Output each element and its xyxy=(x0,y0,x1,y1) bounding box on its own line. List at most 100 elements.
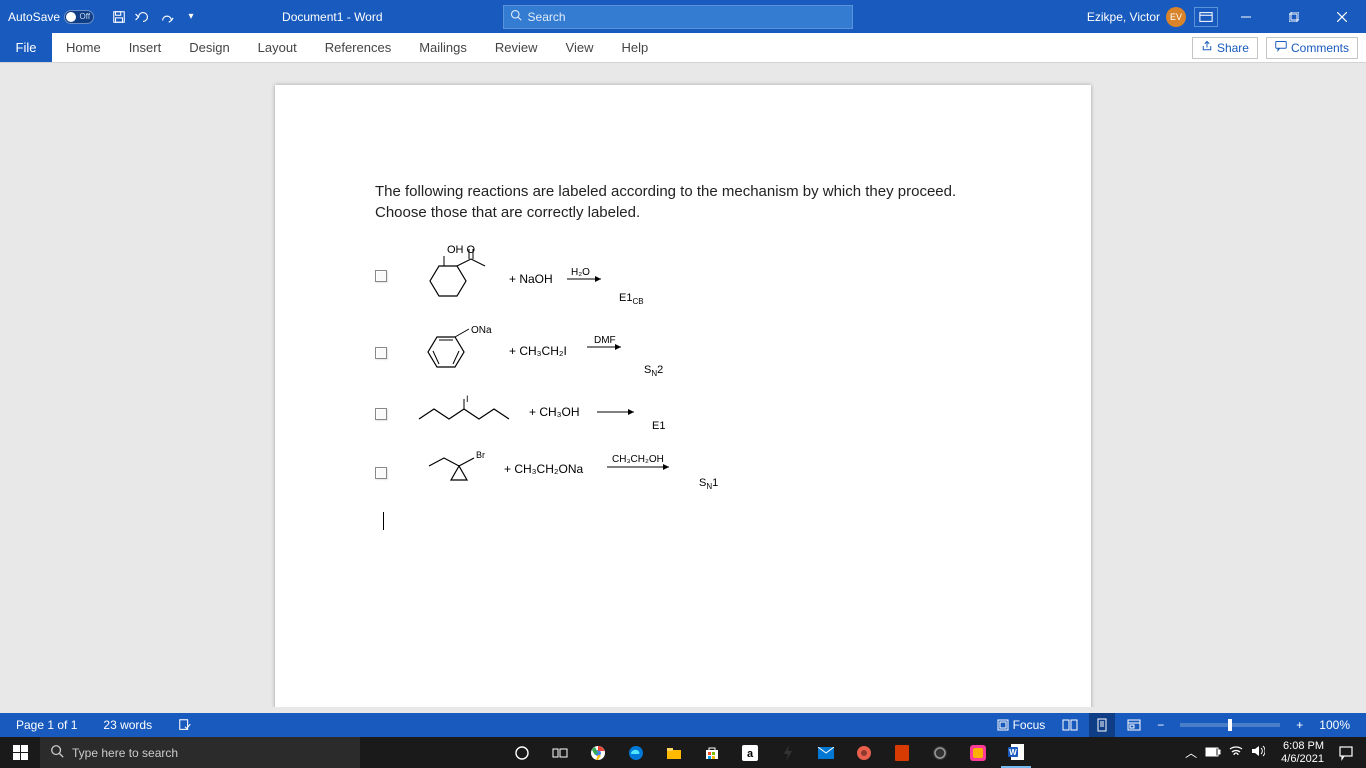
obs-icon[interactable] xyxy=(925,737,955,768)
word-icon[interactable]: W xyxy=(1001,737,1031,768)
svg-text:SN2: SN2 xyxy=(644,364,663,378)
title-bar: AutoSave Off ▾ Document1 - Word Search E… xyxy=(0,0,1366,33)
taskbar: Type here to search a W ︿ 6:08 PM 4/6/20… xyxy=(0,737,1366,768)
search-icon xyxy=(510,9,522,24)
notification-icon[interactable] xyxy=(1332,745,1360,761)
cortana-icon[interactable] xyxy=(507,737,537,768)
qat-customize-icon[interactable]: ▾ xyxy=(180,6,202,28)
clock[interactable]: 6:08 PM 4/6/2021 xyxy=(1273,740,1332,764)
task-view-icon[interactable] xyxy=(545,737,575,768)
taskbar-apps: a W xyxy=(360,737,1177,768)
tab-insert[interactable]: Insert xyxy=(115,33,176,62)
app-a-icon[interactable]: a xyxy=(735,737,765,768)
document-page[interactable]: The following reactions are labeled acco… xyxy=(275,85,1091,707)
autosave-label: AutoSave xyxy=(8,10,60,24)
svg-text:DMF: DMF xyxy=(594,335,616,346)
app-orange-icon[interactable] xyxy=(849,737,879,768)
tab-review[interactable]: Review xyxy=(481,33,552,62)
spellcheck-icon[interactable] xyxy=(172,713,198,737)
word-count[interactable]: 23 words xyxy=(97,713,158,737)
checkbox-3[interactable] xyxy=(375,408,387,420)
user-account[interactable]: Ezikpe, Victor EV xyxy=(1087,7,1186,27)
mail-icon[interactable] xyxy=(811,737,841,768)
search-box[interactable]: Search xyxy=(503,5,853,29)
reaction-2-diagram: ONa + CH₃CH₂I DMF SN2 xyxy=(409,325,709,380)
focus-mode-button[interactable]: Focus xyxy=(991,713,1052,737)
zoom-level[interactable]: 100% xyxy=(1313,713,1356,737)
zoom-in-button[interactable]: + xyxy=(1292,718,1307,732)
store-icon[interactable] xyxy=(697,737,727,768)
autosave-toggle[interactable]: AutoSave Off xyxy=(0,10,102,24)
system-tray[interactable]: ︿ xyxy=(1177,744,1273,761)
share-button[interactable]: Share xyxy=(1192,37,1258,59)
title-bar-right: Ezikpe, Victor EV xyxy=(1087,0,1366,33)
checkbox-2[interactable] xyxy=(375,347,387,359)
svg-text:W: W xyxy=(1009,748,1017,757)
taskbar-search-placeholder: Type here to search xyxy=(72,746,178,760)
edge-icon[interactable] xyxy=(621,737,651,768)
time: 6:08 PM xyxy=(1281,740,1324,752)
file-explorer-icon[interactable] xyxy=(659,737,689,768)
file-tab[interactable]: File xyxy=(0,33,52,62)
app-rainbow-icon[interactable] xyxy=(963,737,993,768)
user-name: Ezikpe, Victor xyxy=(1087,10,1160,24)
volume-icon[interactable] xyxy=(1251,745,1265,760)
chevron-up-icon[interactable]: ︿ xyxy=(1185,744,1197,761)
chrome-icon[interactable] xyxy=(583,737,613,768)
close-button[interactable] xyxy=(1322,0,1362,33)
taskbar-right: ︿ 6:08 PM 4/6/2021 xyxy=(1177,740,1366,764)
svg-text:ONa: ONa xyxy=(471,325,492,336)
search-placeholder: Search xyxy=(528,10,566,24)
tab-view[interactable]: View xyxy=(552,33,608,62)
reaction-row-1: OH O + NaOH H₂O E1CB xyxy=(375,241,991,311)
quick-access-toolbar: ▾ xyxy=(102,6,202,28)
app-lightning-icon[interactable] xyxy=(773,737,803,768)
page-indicator[interactable]: Page 1 of 1 xyxy=(10,713,83,737)
zoom-out-button[interactable]: − xyxy=(1153,718,1168,732)
web-layout-icon[interactable] xyxy=(1121,713,1147,737)
taskbar-search[interactable]: Type here to search xyxy=(40,737,360,768)
workspace[interactable]: The following reactions are labeled acco… xyxy=(0,63,1366,707)
tab-references[interactable]: References xyxy=(311,33,405,62)
reaction-row-2: ONa + CH₃CH₂I DMF SN2 xyxy=(375,325,991,380)
wifi-icon[interactable] xyxy=(1229,745,1243,760)
status-right: Focus − + 100% xyxy=(991,713,1356,737)
maximize-button[interactable] xyxy=(1274,0,1314,33)
svg-text:+ NaOH: + NaOH xyxy=(509,272,553,286)
undo-icon[interactable] xyxy=(132,6,154,28)
comments-button[interactable]: Comments xyxy=(1266,37,1358,59)
svg-text:a: a xyxy=(747,748,754,760)
svg-text:+ CH₃OH: + CH₃OH xyxy=(529,405,580,419)
search-icon xyxy=(50,744,64,761)
app-red-icon[interactable] xyxy=(887,737,917,768)
reaction-row-4: Br + CH₃CH₂ONa CH₃CH₂OH SN1 xyxy=(375,448,991,498)
print-layout-icon[interactable] xyxy=(1089,713,1115,737)
svg-text:+ CH₃CH₂I: + CH₃CH₂I xyxy=(509,344,567,358)
document-title: Document1 - Word xyxy=(282,10,382,24)
svg-text:SN1: SN1 xyxy=(699,477,718,491)
question-text: The following reactions are labeled acco… xyxy=(375,181,991,223)
minimize-button[interactable] xyxy=(1226,0,1266,33)
redo-icon[interactable] xyxy=(156,6,178,28)
tab-help[interactable]: Help xyxy=(607,33,662,62)
svg-text:CH₃CH₂OH: CH₃CH₂OH xyxy=(612,454,664,465)
tab-mailings[interactable]: Mailings xyxy=(405,33,481,62)
checkbox-4[interactable] xyxy=(375,467,387,479)
reaction-3-diagram: I + CH₃OH E1 xyxy=(409,394,709,434)
battery-icon[interactable] xyxy=(1205,746,1221,760)
zoom-slider[interactable] xyxy=(1180,723,1280,727)
ribbon-display-options-icon[interactable] xyxy=(1194,7,1218,27)
save-icon[interactable] xyxy=(108,6,130,28)
tab-home[interactable]: Home xyxy=(52,33,115,62)
tab-layout[interactable]: Layout xyxy=(244,33,311,62)
svg-text:Br: Br xyxy=(476,450,485,460)
tab-design[interactable]: Design xyxy=(175,33,243,62)
date: 4/6/2021 xyxy=(1281,753,1324,765)
ribbon-tabs: File Home Insert Design Layout Reference… xyxy=(0,33,1366,63)
checkbox-1[interactable] xyxy=(375,270,387,282)
read-mode-icon[interactable] xyxy=(1057,713,1083,737)
status-bar: Page 1 of 1 23 words Focus − + 100% xyxy=(0,713,1366,737)
start-button[interactable] xyxy=(0,737,40,768)
reaction-row-3: I + CH₃OH E1 xyxy=(375,394,991,434)
svg-text:I: I xyxy=(466,394,469,404)
